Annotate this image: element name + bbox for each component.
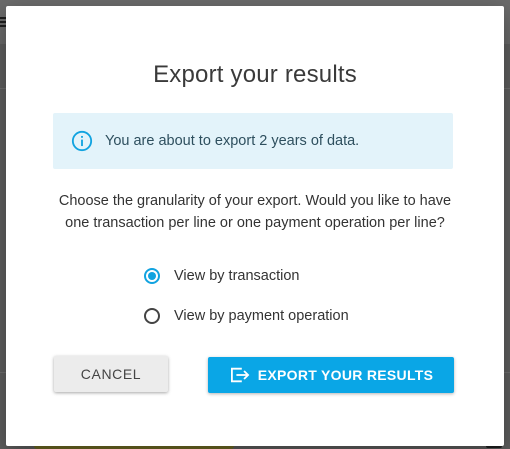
info-circle-icon (71, 130, 93, 152)
info-text: You are about to export 2 years of data. (105, 133, 360, 149)
option-view-by-transaction[interactable]: View by transaction (144, 263, 349, 289)
radio-button-checked[interactable] (144, 268, 160, 284)
radio-label: View by transaction (174, 268, 300, 284)
dialog-title: Export your results (153, 61, 357, 88)
export-button-label: EXPORT YOUR RESULTS (257, 367, 434, 383)
export-results-button[interactable]: EXPORT YOUR RESULTS (208, 357, 454, 393)
description-line: Choose the granularity of your export. W… (58, 193, 452, 209)
radio-label: View by payment operation (174, 308, 349, 324)
page: Export your results You are about to exp… (0, 0, 510, 449)
radio-button-unchecked[interactable] (144, 308, 160, 324)
export-dialog: Export your results You are about to exp… (6, 6, 504, 446)
granularity-radio-group: View by transaction View by payment oper… (144, 263, 349, 343)
info-banner: You are about to export 2 years of data. (53, 113, 453, 169)
dialog-description: Choose the granularity of your export. W… (46, 190, 464, 234)
description-line: one transaction per line or one payment … (65, 215, 445, 231)
cancel-button[interactable]: CANCEL (54, 356, 168, 392)
export-arrow-icon (230, 367, 250, 383)
option-view-by-payment-operation[interactable]: View by payment operation (144, 303, 349, 329)
